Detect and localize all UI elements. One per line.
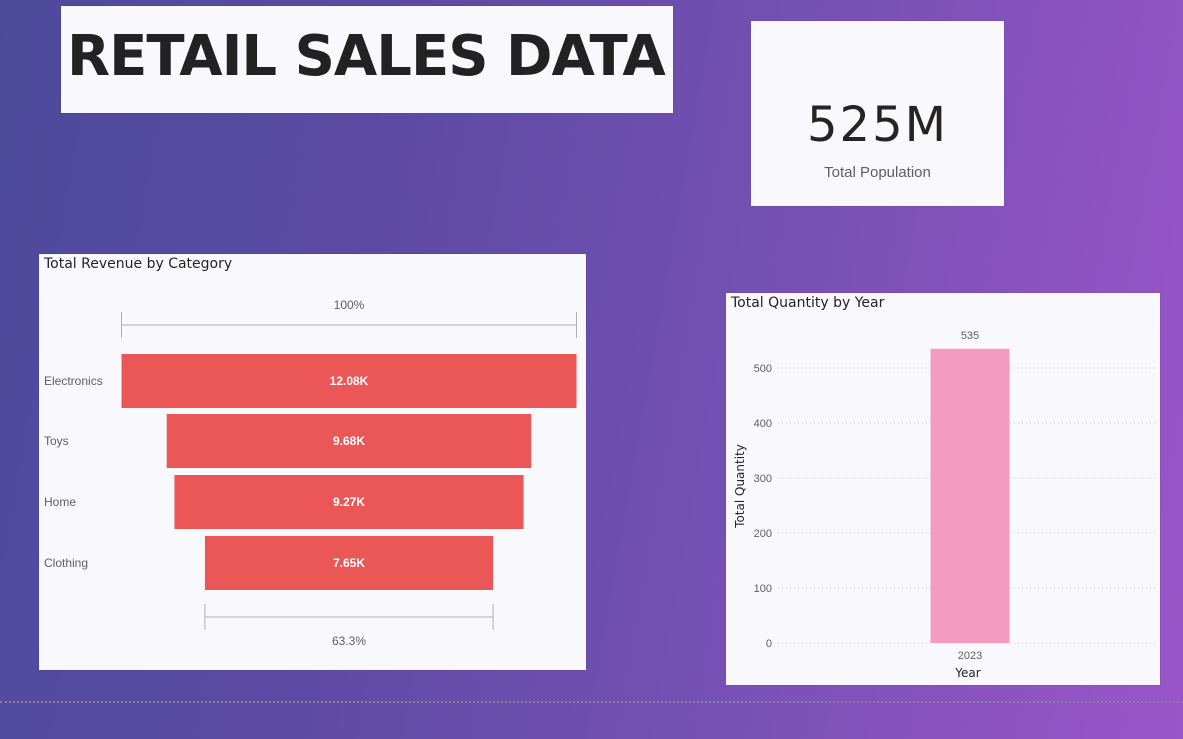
bar-chart-card[interactable]: Total Quantity by Year 0 100 200 300 400 500 T… bbox=[726, 293, 1160, 685]
y-axis-title: Total Quantity bbox=[733, 444, 747, 529]
funnel-chart-card[interactable]: Total Revenue by Category 100% Electronic… bbox=[39, 254, 586, 670]
y-tick-label: 400 bbox=[754, 418, 772, 430]
funnel-data-label: 9.68K bbox=[333, 434, 365, 448]
funnel-top-percent-label: 100% bbox=[334, 298, 365, 312]
page-title: RETAIL SALES DATA bbox=[67, 24, 666, 89]
funnel-data-label: 9.27K bbox=[333, 495, 365, 509]
funnel-chart[interactable]: 100% Electronics 12.08K Toys 9.68K Home 9.27K C… bbox=[39, 254, 586, 670]
funnel-category-label: Electronics bbox=[44, 374, 103, 388]
column-data-label: 535 bbox=[961, 330, 979, 342]
funnel-data-label: 7.65K bbox=[333, 556, 365, 570]
x-tick-label: 2023 bbox=[958, 650, 982, 662]
kpi-value: 525M bbox=[806, 97, 949, 153]
funnel-category-label: Clothing bbox=[44, 556, 88, 570]
funnel-category-label: Home bbox=[44, 495, 76, 509]
funnel-bottom-percent-label: 63.3% bbox=[332, 634, 366, 648]
y-tick-label: 0 bbox=[766, 638, 772, 650]
x-axis-title: Year bbox=[954, 666, 980, 680]
y-tick-label: 100 bbox=[754, 583, 772, 595]
kpi-card[interactable]: 525M Total Population bbox=[751, 21, 1004, 206]
kpi-label: Total Population bbox=[824, 164, 931, 181]
bottom-divider bbox=[0, 701, 1183, 703]
title-card: RETAIL SALES DATA bbox=[61, 6, 673, 113]
funnel-category-label: Toys bbox=[44, 434, 69, 448]
y-tick-label: 500 bbox=[754, 363, 772, 375]
column-bar[interactable] bbox=[930, 348, 1010, 643]
column-chart[interactable]: 0 100 200 300 400 500 Total Quantity 535 2023 Yea… bbox=[726, 293, 1160, 685]
y-tick-label: 300 bbox=[754, 473, 772, 485]
y-tick-label: 200 bbox=[754, 528, 772, 540]
funnel-data-label: 12.08K bbox=[330, 374, 369, 388]
